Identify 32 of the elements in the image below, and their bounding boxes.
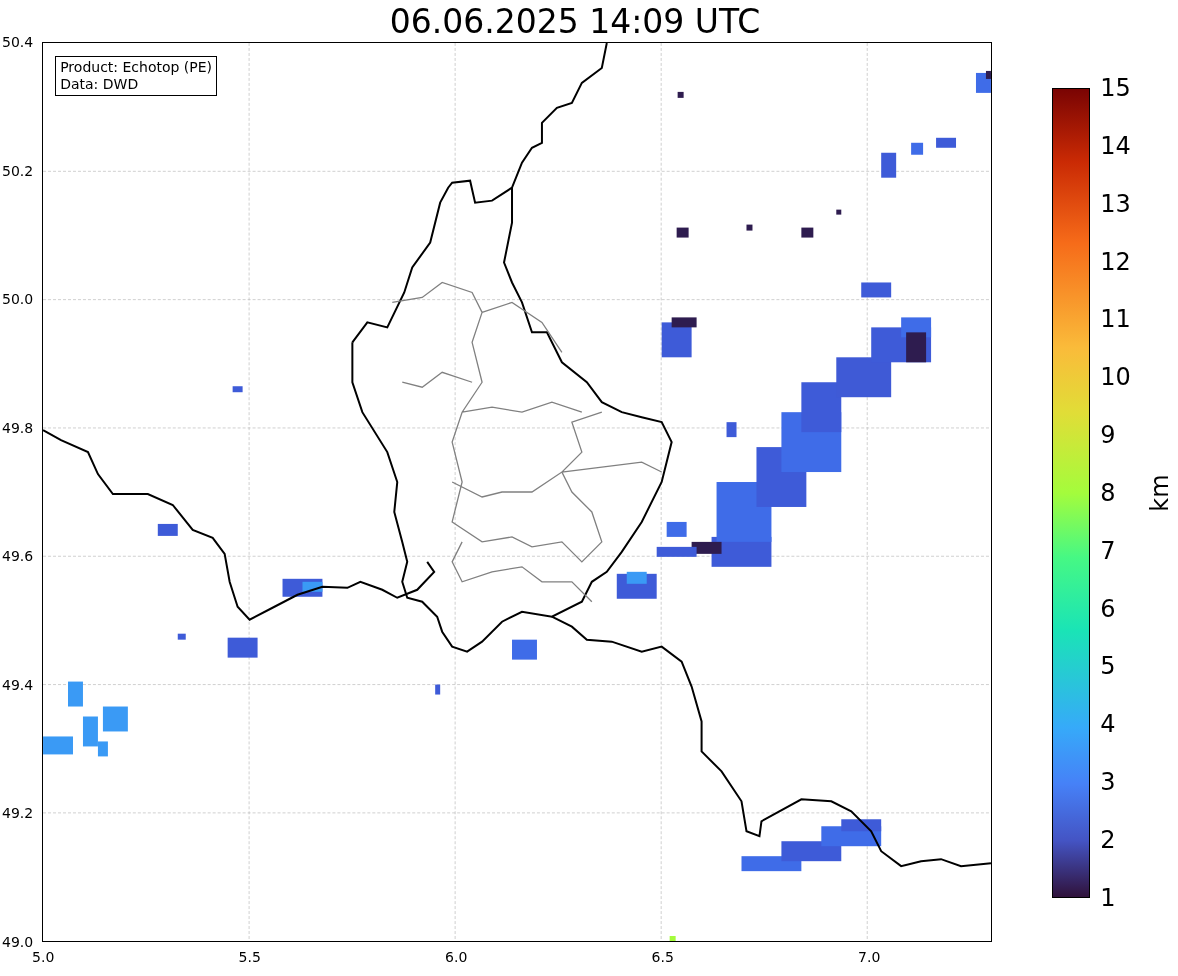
colorbar-tick-label: 8 — [1100, 479, 1117, 506]
info-text: Data: DWD — [60, 76, 140, 93]
colorbar-tick-label: 5 — [1100, 653, 1117, 680]
axis-tick-label: 49.2 — [2, 805, 34, 822]
colorbar-tick-label: 13 — [1100, 190, 1131, 217]
colorbar-tick-label: 2 — [1100, 826, 1117, 853]
colorbar-tick-label: 7 — [1100, 537, 1117, 564]
axis-tick-label: 7.0 — [858, 949, 881, 965]
colorbar-tick-label: 4 — [1100, 711, 1117, 738]
colorbar-tick-label: 12 — [1100, 248, 1131, 275]
colorbar-tick-label: 11 — [1100, 306, 1131, 333]
colorbar-label: km — [1145, 474, 1174, 512]
axis-tick-label: 5.5 — [238, 949, 261, 965]
axis-tick-label: 6.0 — [445, 949, 468, 965]
axis-tick-label: 5.0 — [32, 949, 55, 965]
colorbar-tick-label: 14 — [1100, 132, 1131, 159]
axis-tick-label: 49.4 — [2, 676, 34, 693]
axis-tick-label: 49.8 — [2, 419, 34, 436]
axis-tick-label: 50.0 — [2, 291, 34, 308]
axis-tick-label: 49.6 — [2, 548, 34, 565]
colorbar-tick-label: 6 — [1100, 595, 1117, 622]
axis-tick-label: 50.2 — [2, 162, 34, 179]
chart-title: 06.06.2025 14:09 UTC — [389, 2, 761, 42]
colorbar-tick-label: 1 — [1100, 884, 1117, 911]
colorbar-tick-label: 15 — [1100, 75, 1131, 101]
axis-tick-label: 6.5 — [651, 949, 674, 965]
axis-tick-label: 49.0 — [2, 934, 34, 950]
colorbar-tick-label: 3 — [1100, 769, 1117, 796]
info-text: Product: Echotop (PE) — [60, 59, 213, 76]
colorbar-tick-label: 9 — [1100, 422, 1117, 449]
axis-tick-label: 50.4 — [2, 34, 34, 50]
colorbar-tick-label: 10 — [1100, 364, 1131, 391]
